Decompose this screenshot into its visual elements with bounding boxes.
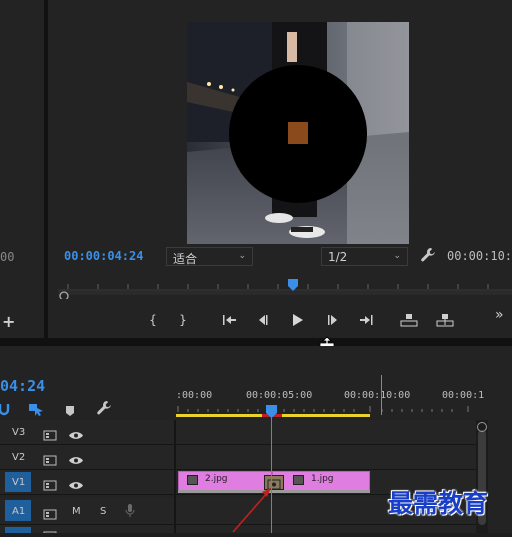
go-to-out-button[interactable] bbox=[356, 310, 378, 330]
film-toggle-icon[interactable] bbox=[43, 505, 57, 520]
add-marker-icon[interactable] bbox=[65, 402, 75, 416]
film-toggle-icon[interactable] bbox=[43, 527, 57, 533]
watermark-text: 最需教育 bbox=[388, 489, 489, 518]
chevron-down-icon: ⌄ bbox=[238, 251, 246, 261]
resolution-dropdown-label: 1/2 bbox=[328, 250, 348, 264]
mute-button[interactable]: M bbox=[72, 506, 81, 517]
eye-icon[interactable] bbox=[68, 476, 84, 489]
fit-dropdown-label: 适合 bbox=[173, 252, 198, 266]
ruler-label-3: 00:00:1 bbox=[442, 390, 485, 401]
film-toggle-icon[interactable] bbox=[43, 451, 57, 466]
track-target-a2[interactable] bbox=[5, 527, 31, 533]
step-forward-button[interactable] bbox=[322, 310, 344, 330]
wrench-icon[interactable] bbox=[96, 400, 112, 416]
video-preview bbox=[187, 22, 409, 244]
program-timecode-duration: 00:00:10:0 bbox=[447, 249, 512, 263]
lift-button[interactable] bbox=[398, 310, 420, 330]
track-name-v2[interactable]: V2 bbox=[12, 452, 25, 463]
time-ruler[interactable]: :00:00 00:00:05:00 00:00:10:00 00:00:1 bbox=[176, 380, 484, 420]
ruler-end-marker bbox=[381, 375, 382, 415]
fx-badge-icon bbox=[187, 475, 198, 485]
wrench-icon[interactable] bbox=[420, 247, 436, 263]
linked-selection-icon[interactable] bbox=[28, 401, 44, 416]
clip-label: 1.jpg bbox=[311, 474, 334, 484]
more-controls-button[interactable]: » bbox=[495, 307, 504, 323]
film-toggle-icon[interactable] bbox=[43, 476, 57, 491]
playhead-marker-monitor[interactable] bbox=[288, 276, 298, 291]
panel-divider-horizontal[interactable] bbox=[0, 338, 512, 346]
chevron-down-icon: ⌄ bbox=[393, 251, 401, 261]
solo-button[interactable]: S bbox=[100, 506, 106, 517]
eye-icon[interactable] bbox=[68, 451, 84, 464]
source-timecode-partial: 00 bbox=[0, 250, 15, 264]
timeline-timecode[interactable]: 04:24 bbox=[0, 377, 45, 395]
add-button[interactable]: + bbox=[2, 312, 15, 331]
track-name-v3[interactable]: V3 bbox=[12, 427, 25, 438]
microphone-icon[interactable] bbox=[125, 503, 135, 518]
mark-out-button[interactable]: } bbox=[172, 310, 194, 330]
clip-1-jpg[interactable]: 1.jpg bbox=[272, 471, 370, 492]
source-monitor-panel bbox=[0, 0, 44, 338]
resolution-dropdown[interactable]: 1/2 ⌄ bbox=[321, 247, 408, 266]
track-name-v1[interactable]: V1 bbox=[12, 477, 25, 488]
step-back-button[interactable] bbox=[252, 310, 274, 330]
eye-icon[interactable] bbox=[68, 426, 84, 439]
mark-in-button[interactable]: { bbox=[142, 310, 164, 330]
annotation-arrow bbox=[228, 484, 278, 533]
ruler-label-1: 00:00:05:00 bbox=[246, 390, 313, 401]
track-name-a1[interactable]: A1 bbox=[12, 506, 25, 517]
scroll-handle-top[interactable] bbox=[477, 422, 487, 432]
program-timecode-current[interactable]: 00:00:04:24 bbox=[64, 249, 143, 263]
extract-button[interactable] bbox=[434, 310, 456, 330]
clip-label: 2.jpg bbox=[205, 474, 228, 484]
ruler-label-2: 00:00:10:00 bbox=[344, 390, 411, 401]
monitor-scrub-bar[interactable] bbox=[58, 281, 512, 301]
small-inset-image bbox=[288, 122, 308, 144]
track-header-divider bbox=[174, 420, 176, 533]
fit-dropdown[interactable]: 适合 ⌄ bbox=[166, 247, 253, 266]
timeline-playhead-handle[interactable] bbox=[266, 403, 277, 418]
film-toggle-icon[interactable] bbox=[43, 426, 57, 441]
go-to-in-button[interactable] bbox=[218, 310, 240, 330]
play-button[interactable] bbox=[286, 310, 308, 330]
snap-icon[interactable] bbox=[0, 401, 10, 416]
fx-badge-icon bbox=[293, 475, 304, 485]
ruler-label-0: :00:00 bbox=[176, 390, 213, 401]
ruler-ticks bbox=[177, 406, 469, 412]
